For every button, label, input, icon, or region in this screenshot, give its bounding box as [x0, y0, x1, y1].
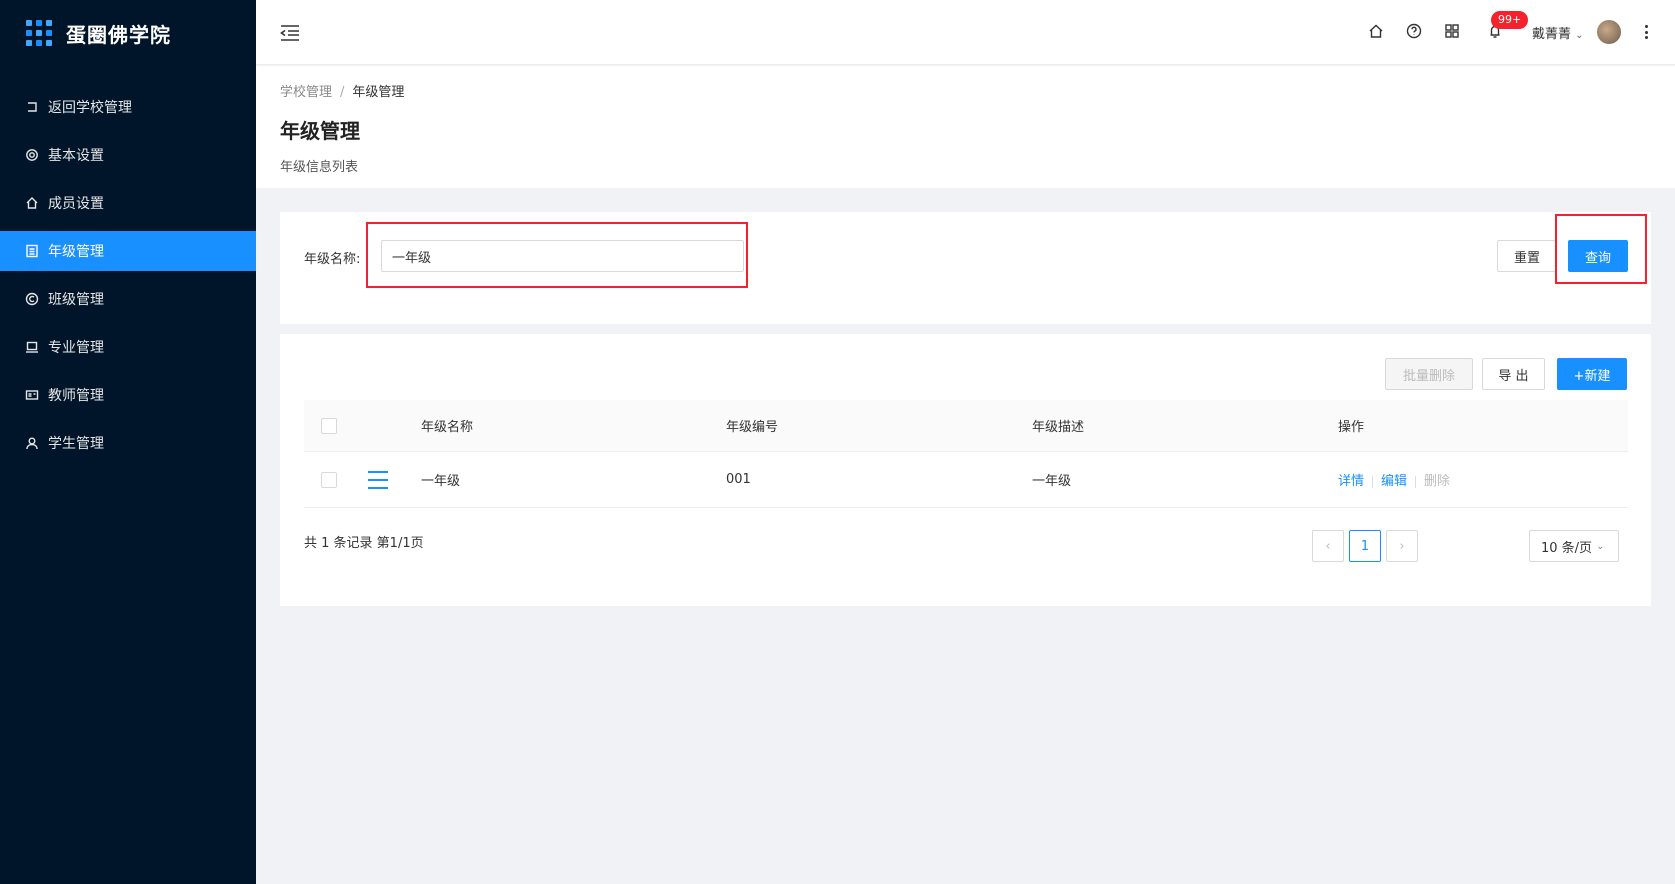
delete-link[interactable]: 删除 — [1424, 474, 1450, 489]
logo-grid-icon — [26, 20, 52, 46]
gear-icon — [24, 147, 40, 163]
prev-page-button[interactable]: ‹ — [1312, 530, 1344, 562]
top-header — [256, 0, 1675, 65]
page-subtitle: 年级信息列表 — [280, 160, 359, 175]
column-header-desc: 年级描述 — [1032, 420, 1085, 435]
sidebar-item-label: 专业管理 — [48, 340, 104, 356]
next-page-button[interactable]: › — [1386, 530, 1418, 562]
row-checkbox[interactable] — [321, 471, 337, 488]
column-header-code: 年级编号 — [726, 420, 779, 435]
new-button[interactable]: +新建 — [1557, 358, 1627, 390]
sidebar-item-grade-management[interactable]: 年级管理 — [0, 231, 256, 271]
sidebar-item-label: 学生管理 — [48, 436, 104, 452]
table-card: 批量删除 导 出 +新建 年级名称 年级编号 年级描述 操作 一年级 001 一… — [280, 334, 1651, 606]
cell-grade-desc: 一年级 — [1032, 474, 1072, 489]
pagination-summary: 共 1 条记录 第1/1页 — [304, 536, 424, 551]
user-icon — [24, 435, 40, 451]
page-header: 学校管理 / 年级管理 年级管理 年级信息列表 — [256, 66, 1675, 188]
grade-table: 年级名称 年级编号 年级描述 操作 一年级 001 一年级 详情 编辑 删除 — [304, 400, 1628, 508]
page-size-select[interactable]: 10 条/页 ⌄ — [1529, 530, 1619, 562]
column-header-name: 年级名称 — [421, 420, 474, 435]
edit-link[interactable]: 编辑 — [1381, 474, 1407, 489]
reset-button[interactable]: 重置 — [1497, 240, 1557, 272]
divider — [1372, 475, 1374, 488]
sidebar-item-label: 返回学校管理 — [48, 100, 132, 116]
divider — [1415, 475, 1417, 488]
help-icon[interactable] — [1406, 23, 1424, 41]
chevron-down-icon: ⌄ — [1596, 540, 1605, 552]
table-row: 一年级 001 一年级 详情 编辑 删除 — [304, 452, 1628, 508]
chevron-right-icon: › — [1399, 538, 1405, 554]
sidebar-item-member-settings[interactable]: 成员设置 — [0, 183, 256, 223]
cell-grade-code: 001 — [726, 472, 751, 487]
sidebar-item-return[interactable]: 返回学校管理 — [0, 87, 256, 127]
highlight-box-query — [1555, 214, 1647, 284]
sidebar-item-basic-settings[interactable]: 基本设置 — [0, 135, 256, 175]
sidebar-item-teacher-management[interactable]: 教师管理 — [0, 375, 256, 415]
app-title: 蛋圈佛学院 — [66, 22, 171, 47]
menu-fold-icon[interactable] — [280, 24, 300, 42]
avatar[interactable] — [1597, 20, 1621, 44]
table-header: 年级名称 年级编号 年级描述 操作 — [304, 400, 1628, 452]
sidebar-item-student-management[interactable]: 学生管理 — [0, 423, 256, 463]
sidebar-item-label: 年级管理 — [48, 244, 104, 260]
column-header-actions: 操作 — [1338, 420, 1365, 435]
cell-grade-name: 一年级 — [421, 474, 461, 489]
search-card: 年级名称: 重置 查询 — [280, 212, 1651, 324]
sidebar: 蛋圈佛学院 返回学校管理 基本设置 成员设置 年级管理 班级管理 专业管理 教师… — [0, 0, 256, 884]
notification-badge: 99+ — [1491, 11, 1529, 29]
sidebar-item-class-management[interactable]: 班级管理 — [0, 279, 256, 319]
laptop-icon — [24, 339, 40, 355]
return-icon — [24, 99, 40, 115]
highlight-box-input — [366, 222, 748, 288]
breadcrumb-separator: / — [340, 85, 345, 100]
username[interactable]: 戴菁菁 ⌄ — [1532, 23, 1584, 42]
sidebar-item-label: 基本设置 — [48, 148, 104, 164]
sidebar-item-major-management[interactable]: 专业管理 — [0, 327, 256, 367]
grade-name-label: 年级名称: — [304, 252, 361, 267]
apps-icon[interactable] — [1444, 23, 1462, 41]
cell-actions: 详情 编辑 删除 — [1338, 470, 1628, 489]
page-title: 年级管理 — [280, 119, 360, 143]
drag-handle-icon[interactable] — [368, 470, 388, 489]
chevron-down-icon: ⌄ — [1575, 30, 1584, 41]
sidebar-menu: 返回学校管理 基本设置 成员设置 年级管理 班级管理 专业管理 教师管理 学生管… — [0, 87, 256, 463]
select-all-checkbox[interactable] — [321, 417, 337, 434]
batch-delete-button[interactable]: 批量删除 — [1385, 358, 1473, 390]
more-vertical-icon[interactable] — [1644, 25, 1648, 39]
page-size-value: 10 条/页 — [1541, 540, 1593, 556]
list-icon — [24, 243, 40, 259]
details-link[interactable]: 详情 — [1338, 474, 1364, 489]
home-icon[interactable] — [1368, 23, 1386, 41]
home-icon — [24, 195, 40, 211]
page-button-1[interactable]: 1 — [1349, 530, 1381, 562]
export-button[interactable]: 导 出 — [1482, 358, 1545, 390]
chevron-left-icon: ‹ — [1325, 538, 1331, 554]
breadcrumb-parent[interactable]: 学校管理 — [280, 85, 332, 100]
sidebar-item-label: 班级管理 — [48, 292, 104, 308]
copyright-icon — [24, 291, 40, 307]
breadcrumb-current: 年级管理 — [352, 85, 405, 100]
id-card-icon — [24, 387, 40, 403]
sidebar-item-label: 成员设置 — [48, 196, 104, 212]
sidebar-item-label: 教师管理 — [48, 388, 104, 404]
logo[interactable]: 蛋圈佛学院 — [0, 0, 256, 66]
breadcrumb: 学校管理 / 年级管理 — [280, 81, 1651, 100]
